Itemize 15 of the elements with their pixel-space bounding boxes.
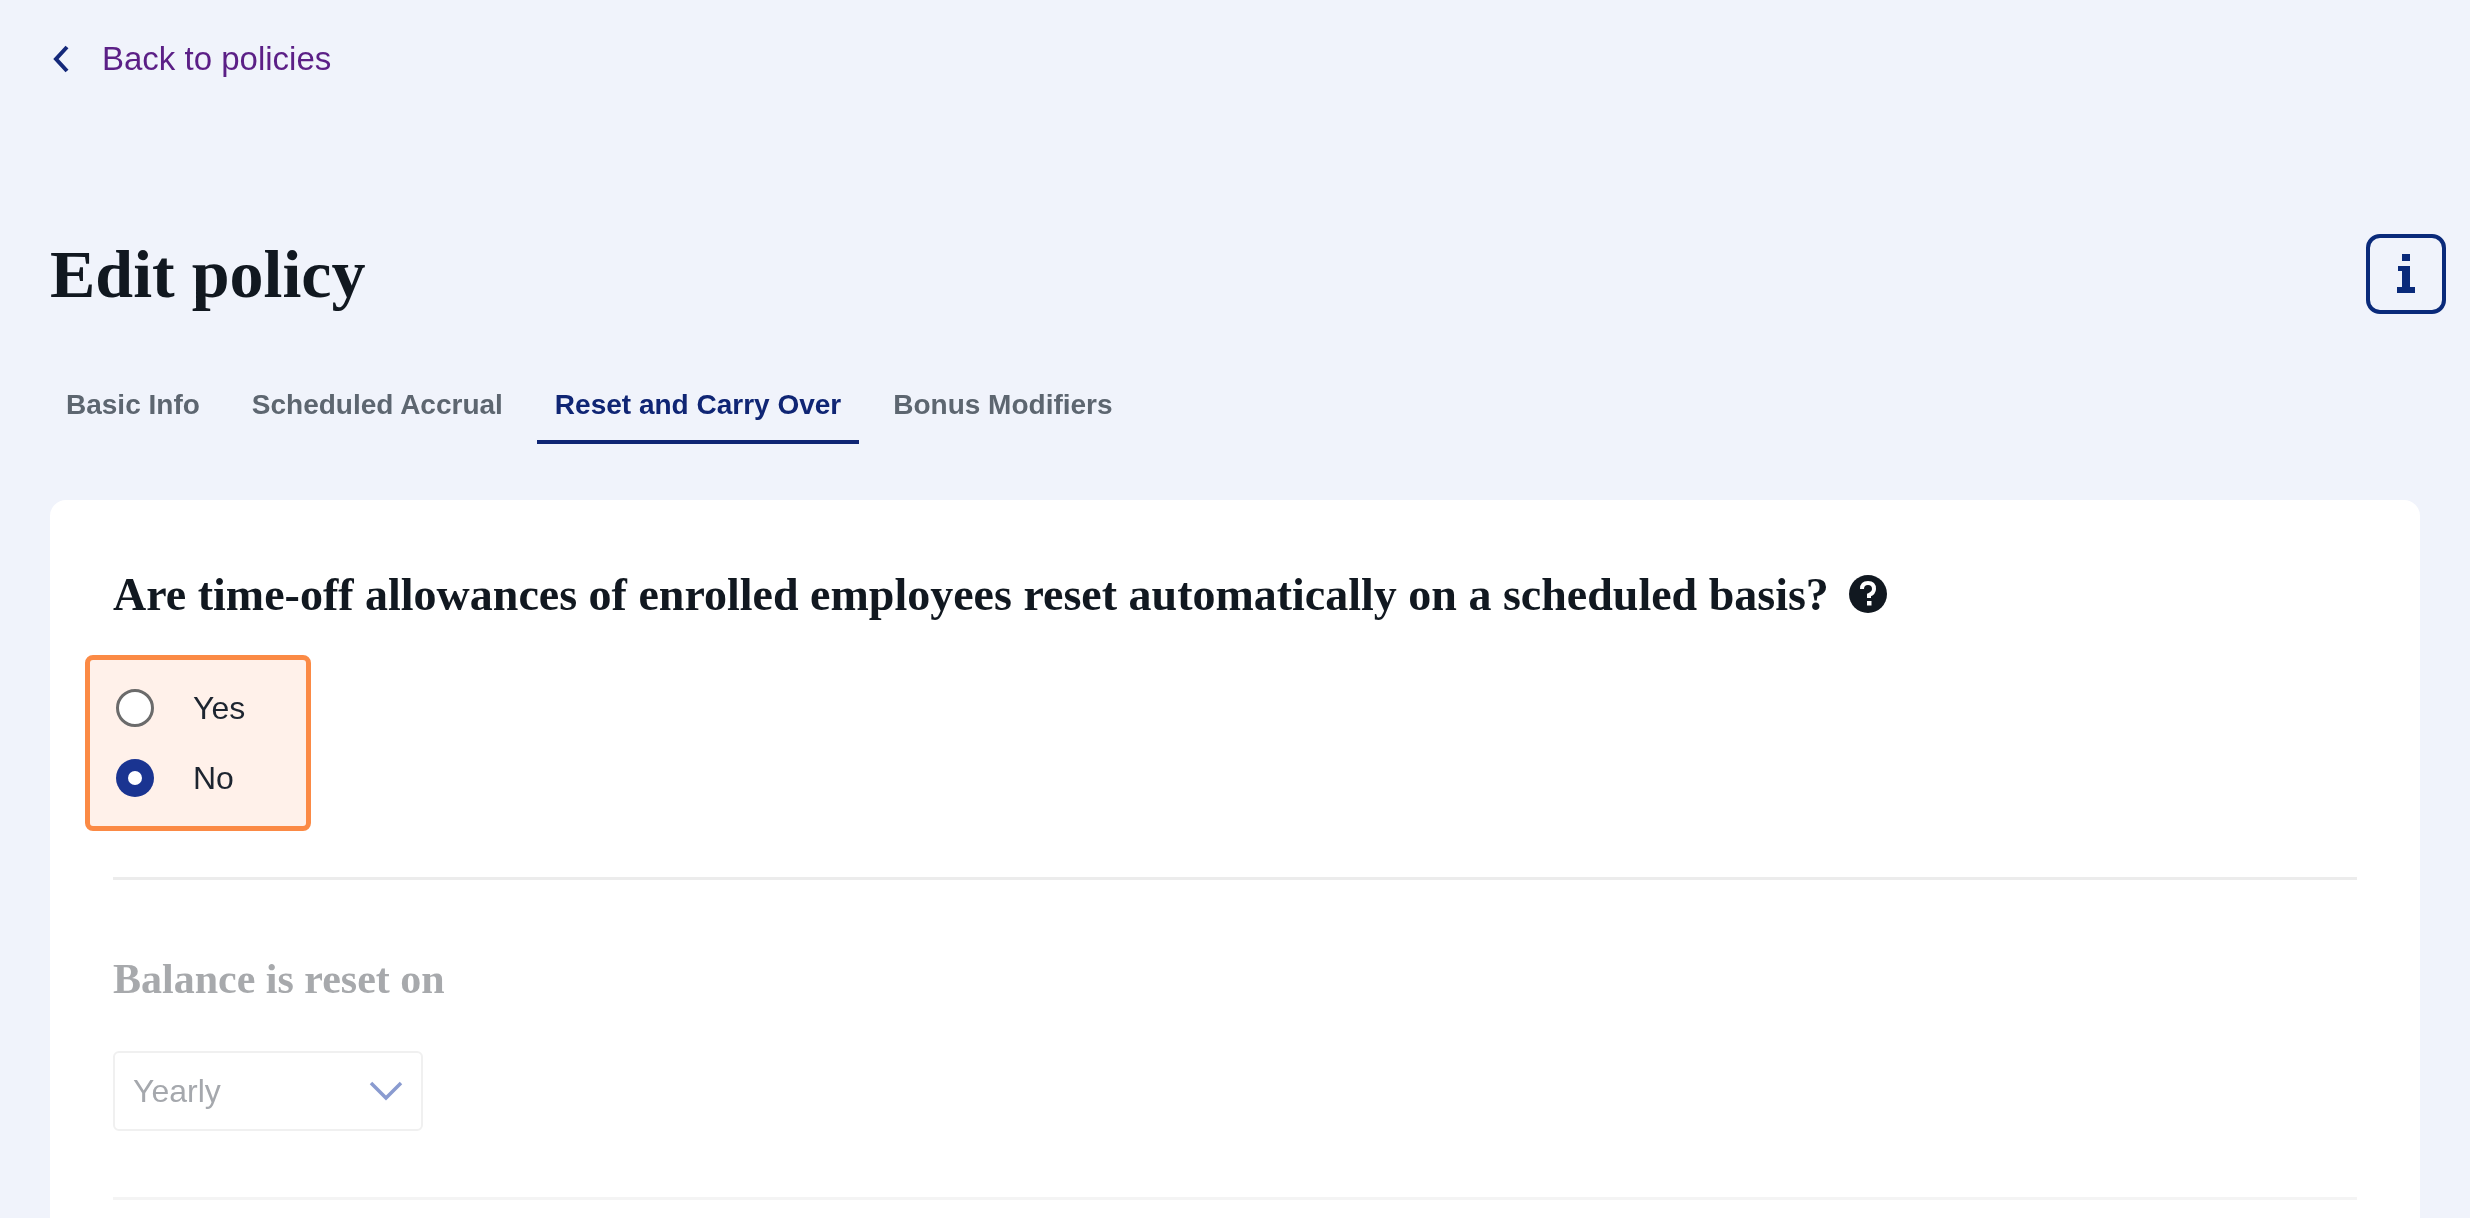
radio-button[interactable]: [115, 757, 155, 798]
info-button[interactable]: [2366, 233, 2446, 314]
info-icon: [2397, 253, 2415, 294]
radio-option[interactable]: Yes: [115, 683, 306, 732]
back-link[interactable]: Back to policies: [52, 34, 332, 84]
chevron-down-icon: [369, 1080, 403, 1101]
question-label: Are time-off allowances of enrolled employees reset automatically on a scheduled basis?: [113, 567, 1829, 622]
tab[interactable]: Basic Info: [48, 383, 218, 444]
tab[interactable]: Bonus Modifiers: [875, 383, 1131, 444]
radio-button[interactable]: [115, 687, 155, 728]
section-heading: Balance is reset on: [113, 954, 446, 1004]
tab[interactable]: Reset and Carry Over: [536, 383, 860, 444]
radio-option[interactable]: No: [115, 753, 306, 802]
help-icon: [1848, 575, 1887, 613]
tab[interactable]: Scheduled Accrual: [233, 383, 521, 444]
